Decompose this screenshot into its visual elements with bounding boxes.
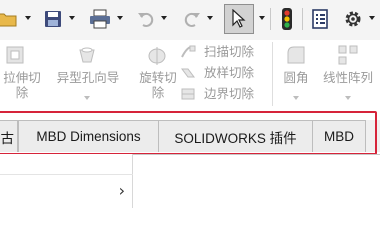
open-dropdown[interactable] (24, 13, 32, 25)
hole-wizard-dropdown[interactable] (84, 96, 90, 100)
tab-solidworks-addins[interactable]: SOLIDWORKS 插件 (158, 120, 313, 152)
solidworks-window: 拉伸切 除 异型孔向导 旋转切 除 扫描切除 放样切除 边界切除 圆角 线性阵列… (0, 0, 380, 208)
redo-button[interactable] (180, 5, 204, 33)
extruded-cut-button[interactable]: 拉伸切 除 (0, 44, 48, 104)
options-button[interactable] (340, 5, 366, 33)
lofted-cut-icon (181, 68, 195, 78)
file-properties-icon (312, 9, 328, 29)
panel-row[interactable]: › (0, 174, 133, 202)
select-icon (232, 9, 246, 28)
lofted-cut-label: 放样切除 (204, 65, 255, 80)
save-icon (45, 11, 61, 27)
redo-dropdown[interactable] (206, 13, 214, 25)
open-icon (0, 13, 17, 27)
tab-mbd-dimensions[interactable]: MBD Dimensions (18, 120, 159, 152)
save-button[interactable] (40, 5, 66, 33)
undo-button[interactable] (134, 5, 158, 33)
linear-pattern-dropdown[interactable] (345, 96, 351, 100)
extruded-cut-icon (6, 46, 24, 64)
select-button[interactable] (224, 4, 254, 34)
chevron-right-icon[interactable]: › (119, 181, 125, 200)
tab-partial[interactable]: 古 (0, 120, 18, 152)
tab-mbd[interactable]: MBD (312, 120, 366, 152)
ribbon-separator (272, 42, 273, 106)
fillet-button[interactable]: 圆角 (276, 44, 316, 104)
print-button[interactable] (86, 5, 114, 33)
toolbar-separator (302, 8, 303, 30)
rebuild-icon (282, 8, 292, 30)
undo-icon (138, 12, 154, 27)
swept-cut-icon (181, 45, 196, 58)
print-icon (90, 9, 110, 29)
undo-dropdown[interactable] (160, 13, 168, 25)
save-dropdown[interactable] (68, 13, 76, 25)
lofted-cut-button[interactable]: 放样切除 (180, 65, 268, 85)
swept-cut-label: 扫描切除 (204, 44, 255, 59)
command-manager-tabs: 古 MBD Dimensions SOLIDWORKS 插件 MBD (0, 120, 380, 152)
redo-icon (184, 12, 200, 27)
swept-cut-button[interactable]: 扫描切除 (180, 44, 268, 64)
revolved-cut-label: 旋转切 除 (139, 70, 177, 100)
revolved-cut-icon (148, 47, 166, 65)
hole-wizard-label: 异型孔向导 (56, 70, 120, 85)
quick-access-toolbar (0, 0, 380, 40)
linear-pattern-icon (338, 45, 358, 65)
linear-pattern-button[interactable]: 线性阵列 (316, 44, 380, 104)
extruded-cut-label: 拉伸切 除 (3, 70, 41, 100)
fillet-dropdown[interactable] (293, 96, 299, 100)
options-dropdown[interactable] (368, 13, 376, 25)
boundary-cut-icon (181, 88, 195, 100)
graphics-area[interactable] (134, 155, 380, 208)
print-dropdown[interactable] (116, 13, 124, 25)
linear-pattern-label: 线性阵列 (322, 70, 373, 85)
file-properties-button[interactable] (308, 5, 332, 33)
hole-wizard-icon (79, 47, 95, 63)
features-ribbon: 拉伸切 除 异型孔向导 旋转切 除 扫描切除 放样切除 边界切除 圆角 线性阵列 (0, 40, 380, 112)
select-dropdown[interactable] (258, 13, 266, 25)
options-icon (345, 11, 361, 27)
fillet-label: 圆角 (283, 70, 309, 85)
revolved-cut-button[interactable]: 旋转切 除 (134, 44, 182, 104)
boundary-cut-button[interactable]: 边界切除 (180, 86, 268, 106)
hole-wizard-button[interactable]: 异型孔向导 (50, 44, 126, 104)
rebuild-button[interactable] (276, 5, 298, 33)
open-button[interactable] (0, 5, 20, 33)
fillet-icon (287, 46, 305, 64)
toolbar-separator (270, 8, 271, 30)
boundary-cut-label: 边界切除 (204, 86, 255, 101)
